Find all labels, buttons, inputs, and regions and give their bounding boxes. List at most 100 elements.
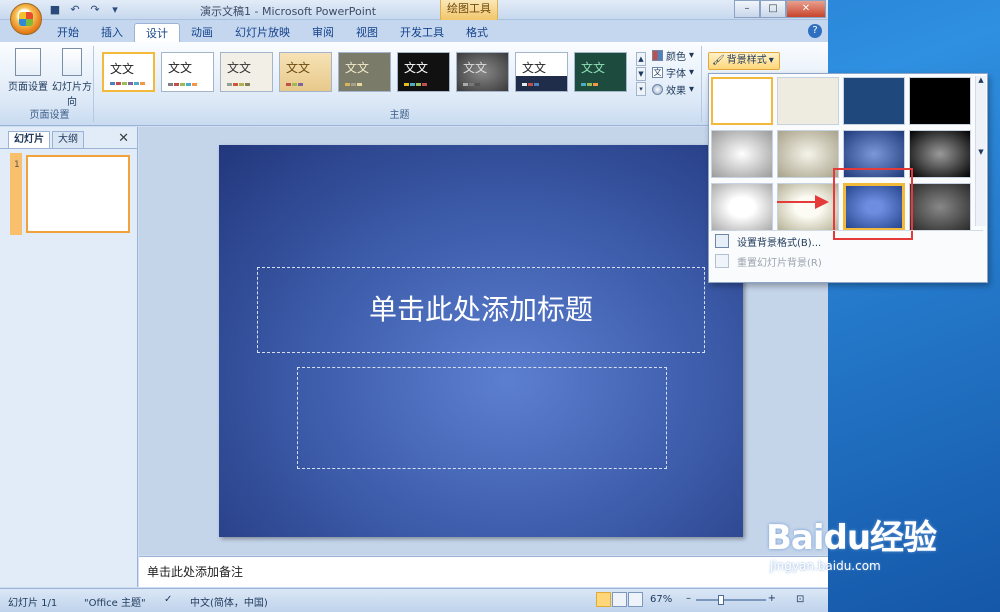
bg-style-9[interactable]	[711, 183, 773, 231]
tab-format[interactable]: 格式	[455, 23, 499, 42]
bg-style-4[interactable]	[909, 77, 971, 125]
red-arrow-annotation	[777, 195, 829, 209]
slide-number: 1	[14, 160, 20, 170]
bg-style-6[interactable]	[777, 130, 839, 178]
bg-style-12[interactable]	[909, 183, 971, 231]
slide-count: 幻灯片 1/1	[8, 598, 58, 609]
title-bar: ■ ↶ ↷ ▾ 演示文稿1 - Microsoft PowerPoint 绘图工…	[0, 0, 828, 20]
bg-style-8[interactable]	[909, 130, 971, 178]
zoom-in-icon[interactable]: +	[768, 593, 776, 604]
window-controls: – □ ✕	[734, 0, 826, 18]
pane-tab-slides[interactable]: 幻灯片	[8, 131, 50, 148]
pane-tab-outline[interactable]: 大纲	[52, 131, 84, 148]
theme-fonts-button[interactable]: 文 字体 ▾	[652, 65, 694, 80]
close-icon[interactable]: ✕	[786, 0, 826, 18]
reset-background-menu-item: 重置幻灯片背景(R)	[715, 252, 822, 270]
undo-icon[interactable]: ↶	[68, 3, 82, 17]
zoom-level[interactable]: 67%	[650, 594, 672, 605]
slide-orientation-button[interactable]: 幻灯片方向	[50, 48, 94, 108]
zoom-out-icon[interactable]: –	[686, 593, 691, 604]
slide-orientation-icon	[62, 48, 82, 76]
fit-to-window-icon[interactable]: ⊡	[796, 594, 804, 605]
page-setup-button[interactable]: 页面设置	[6, 48, 50, 93]
theme-effects-button[interactable]: 效果 ▾	[652, 82, 694, 97]
baidu-url: jingyan.baidu.com	[770, 559, 881, 573]
theme-options: 颜色 ▾ 文 字体 ▾ 效果 ▾	[652, 48, 694, 97]
office-button[interactable]	[10, 3, 42, 35]
window-title: 演示文稿1 - Microsoft PowerPoint	[200, 5, 377, 18]
ribbon: 页面设置 幻灯片方向 页面设置 文文 文文 文文 文文 文文 文文 文文 文文 …	[0, 42, 828, 126]
tab-home[interactable]: 开始	[46, 23, 90, 42]
tab-design[interactable]: 设计	[134, 23, 180, 42]
bg-style-1[interactable]	[711, 77, 773, 125]
theme-5[interactable]: 文文	[338, 52, 391, 92]
themes-group: 文文 文文 文文 文文 文文 文文 文文 文文 文文 ▲ ▼ ▾ 颜色 ▾ 文 …	[98, 46, 702, 122]
help-icon[interactable]: ?	[808, 24, 822, 38]
theme-3[interactable]: 文文	[220, 52, 273, 92]
tab-animations[interactable]: 动画	[180, 23, 224, 42]
tab-slideshow[interactable]: 幻灯片放映	[224, 23, 301, 42]
spell-check-icon[interactable]: ✓	[164, 594, 172, 605]
bg-style-5[interactable]	[711, 130, 773, 178]
title-placeholder[interactable]: 单击此处添加标题	[257, 267, 705, 353]
language-status: 中文(简体，中国)	[190, 598, 268, 609]
customize-qat-icon[interactable]: ▾	[108, 3, 122, 17]
zoom-slider-knob[interactable]	[718, 595, 724, 605]
context-tab-drawing-tools: 绘图工具	[440, 0, 498, 20]
theme-8[interactable]: 文文	[515, 52, 568, 92]
normal-view-button[interactable]	[596, 592, 611, 607]
powerpoint-window: ■ ↶ ↷ ▾ 演示文稿1 - Microsoft PowerPoint 绘图工…	[0, 0, 828, 612]
tab-insert[interactable]: 插入	[90, 23, 134, 42]
menu-separator	[737, 230, 983, 231]
bg-style-3[interactable]	[843, 77, 905, 125]
theme-colors-button[interactable]: 颜色 ▾	[652, 48, 694, 63]
background-styles-button[interactable]: 🖌 背景样式 ▾	[708, 52, 780, 70]
slide-canvas[interactable]: 单击此处添加标题	[219, 145, 743, 537]
reset-background-icon	[715, 254, 729, 268]
page-setup-icon	[15, 48, 41, 76]
gallery-up-icon[interactable]: ▲	[636, 52, 646, 66]
group-label-themes: 主题	[389, 110, 410, 121]
bg-style-2[interactable]	[777, 77, 839, 125]
maximize-icon[interactable]: □	[760, 0, 786, 18]
group-label-page-setup: 页面设置	[29, 110, 70, 121]
format-background-icon	[715, 234, 729, 248]
tab-developer[interactable]: 开发工具	[389, 23, 455, 42]
subtitle-placeholder[interactable]	[297, 367, 667, 469]
quick-access-toolbar: ■ ↶ ↷ ▾	[48, 2, 122, 18]
status-bar: 幻灯片 1/1 "Office 主题" ✓ 中文(简体，中国) 67% – + …	[0, 588, 828, 612]
baidu-logo: Baidu经验	[766, 518, 937, 558]
close-pane-icon[interactable]: ✕	[118, 131, 129, 146]
fonts-icon: 文	[652, 66, 663, 78]
theme-9[interactable]: 文文	[574, 52, 627, 92]
page-setup-group: 页面设置 幻灯片方向 页面设置	[6, 46, 94, 122]
notes-pane[interactable]: 单击此处添加备注	[139, 556, 828, 587]
save-icon[interactable]: ■	[48, 3, 62, 17]
minimize-icon[interactable]: –	[734, 0, 760, 18]
baidu-watermark: Baidu经验 jingyan.baidu.com	[766, 510, 937, 573]
tab-review[interactable]: 审阅	[301, 23, 345, 42]
tab-view[interactable]: 视图	[345, 23, 389, 42]
gallery-down-icon[interactable]: ▼	[636, 67, 646, 81]
theme-office[interactable]: 文文	[102, 52, 155, 92]
format-background-menu-item[interactable]: 设置背景格式(B)...	[715, 232, 821, 250]
dropdown-scrollbar[interactable]: ▲ ▼	[975, 76, 986, 226]
theme-2[interactable]: 文文	[161, 52, 214, 92]
office-logo-icon	[19, 12, 33, 26]
background-styles-dropdown: ▲ ▼ 设置背景格式(B)... 重置幻灯片背景(R)	[708, 73, 988, 283]
theme-7[interactable]: 文文	[456, 52, 509, 92]
effects-icon	[652, 83, 663, 95]
slide-thumbnail[interactable]	[26, 155, 130, 233]
theme-4[interactable]: 文文	[279, 52, 332, 92]
slide-sorter-view-button[interactable]	[612, 592, 627, 607]
gallery-more-icon[interactable]: ▾	[636, 82, 646, 96]
theme-gallery-scroll[interactable]: ▲ ▼ ▾	[636, 52, 646, 96]
redo-icon[interactable]: ↷	[88, 3, 102, 17]
zoom-slider[interactable]: – +	[686, 593, 776, 605]
slideshow-view-button[interactable]	[628, 592, 643, 607]
background-styles-icon: 🖌	[712, 55, 725, 66]
ribbon-tab-bar: 开始 插入 设计 动画 幻灯片放映 审阅 视图 开发工具 格式 ?	[0, 20, 828, 42]
view-buttons	[596, 592, 643, 607]
theme-6[interactable]: 文文	[397, 52, 450, 92]
colors-icon	[652, 49, 663, 61]
